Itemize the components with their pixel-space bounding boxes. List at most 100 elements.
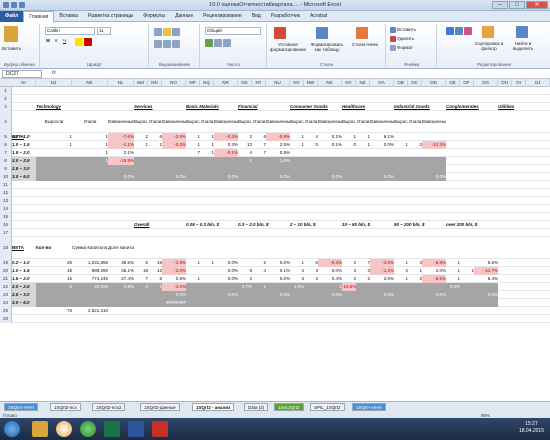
column-header[interactable]: NU [266,79,290,87]
column-header[interactable]: NI [12,79,36,87]
data-cell[interactable] [252,173,266,181]
data-cell[interactable]: 1 [446,259,460,267]
data-cell[interactable] [356,149,370,157]
sub-header-down[interactable]: Упали [356,111,370,133]
column-header[interactable]: NW [304,79,318,87]
data-cell[interactable] [72,299,108,307]
data-cell[interactable] [200,157,214,165]
data-cell[interactable]: 2 [408,275,422,283]
data-cell[interactable]: 0.6% [162,275,186,283]
data-cell[interactable] [422,283,446,291]
column-header[interactable]: NS [238,79,252,87]
column-header[interactable]: NX [318,79,342,87]
data-cell[interactable] [356,165,370,173]
data-cell[interactable]: 0.0% [318,291,342,299]
data-cell[interactable]: 27.4% [108,275,134,283]
data-cell[interactable]: -4.5% [370,259,394,267]
row-header[interactable]: 24 [0,299,12,307]
data-cell[interactable]: 0.1% [318,141,342,149]
data-cell[interactable] [162,157,186,165]
data-cell[interactable]: 0.0% [214,291,238,299]
sector-header[interactable]: Utilities [498,103,550,111]
data-cell[interactable]: 4 [252,267,266,275]
italic-button[interactable]: К [55,38,58,43]
data-cell[interactable]: 3 [356,267,370,275]
sector-header[interactable]: Technology [36,103,134,111]
data-cell[interactable]: 4 [304,133,318,141]
data-cell[interactable] [318,165,342,173]
row-header[interactable]: 4 [0,111,12,133]
column-header[interactable]: NY [342,79,356,87]
data-cell[interactable] [200,283,214,291]
data-cell[interactable]: 2.1% [108,149,134,157]
data-cell[interactable]: 0.5% [266,149,290,157]
data-cell[interactable]: 0.0% [214,173,238,181]
data-cell[interactable]: 2.0% [422,267,446,275]
sub-header-up[interactable]: Выросли [238,111,252,133]
column-header[interactable]: OC [408,79,422,87]
close-button[interactable]: ✕ [526,1,548,9]
data-cell[interactable]: 0.0% [162,173,186,181]
total-count[interactable]: 73 [36,307,72,315]
data-cell[interactable]: 1 [394,141,408,149]
data-cell[interactable] [200,275,214,283]
data-cell[interactable]: 1 [148,283,162,291]
cap-header[interactable]: 0.3 – 2.0 bln, $ [238,221,290,229]
sub-header-weighted[interactable]: Взвешенный рост [162,111,186,133]
clock[interactable]: 15:27 18.04.2015 [519,421,544,435]
data-cell[interactable]: 1 [446,267,460,275]
row-header[interactable]: 3 [0,103,12,111]
data-cell[interactable] [290,299,304,307]
data-cell[interactable] [394,291,408,299]
data-cell[interactable] [422,133,446,141]
data-cell[interactable] [408,133,422,141]
data-cell[interactable] [252,275,266,283]
total-sum[interactable]: 2,821,410 [72,307,108,315]
data-cell[interactable]: 1 [252,283,266,291]
data-cell[interactable]: 0.0% [214,275,238,283]
format-table-icon[interactable] [316,27,328,39]
tab-6[interactable]: Рецензирование [198,11,247,22]
data-cell[interactable]: 2 [342,275,356,283]
format-table-button[interactable]: Форматировать как таблицу [308,42,346,52]
data-cell[interactable]: -0.1% [214,149,238,157]
column-header[interactable]: OI [512,79,526,87]
data-cell[interactable]: 36.6% [108,259,134,267]
sheet-tab[interactable]: 1SQrt2-данные [140,403,180,411]
data-cell[interactable]: 6 [304,259,318,267]
column-header[interactable]: OJ [526,79,550,87]
data-cell[interactable]: 3 [290,275,304,283]
data-cell[interactable] [422,149,446,157]
data-cell[interactable] [408,291,422,299]
data-cell[interactable]: 0.0% [266,275,290,283]
data-cell[interactable] [252,165,266,173]
data-cell[interactable]: 1 [408,267,422,275]
percent-icon[interactable] [214,39,222,47]
data-cell[interactable] [266,283,290,291]
autosum-icon[interactable] [446,27,454,35]
column-header[interactable]: NO [162,79,186,87]
clear-icon[interactable] [464,27,472,35]
data-cell[interactable] [238,173,252,181]
data-cell[interactable] [394,165,408,173]
data-cell[interactable]: 2 [356,275,370,283]
data-cell[interactable] [422,157,446,165]
data-cell[interactable]: 1 [394,275,408,283]
data-cell[interactable] [36,165,72,173]
data-cell[interactable] [148,299,162,307]
data-cell[interactable]: 1 [72,133,108,141]
sub-header-weighted[interactable]: Взвешенный рост [214,111,238,133]
sort-filter-icon[interactable] [482,26,494,38]
tab-2[interactable]: Вставка [54,11,83,22]
data-cell[interactable]: 1 [200,149,214,157]
data-cell[interactable] [460,259,474,267]
cell-styles-icon[interactable] [356,27,368,39]
font-name-select[interactable]: Calibri [45,27,95,35]
data-cell[interactable] [148,157,162,165]
data-cell[interactable] [290,149,304,157]
pdf-taskbar-icon[interactable] [152,421,168,437]
align-middle-icon[interactable] [163,28,171,36]
data-cell[interactable]: 5 [36,283,72,291]
data-cell[interactable]: 0.0% [318,267,342,275]
data-cell[interactable] [474,299,498,307]
